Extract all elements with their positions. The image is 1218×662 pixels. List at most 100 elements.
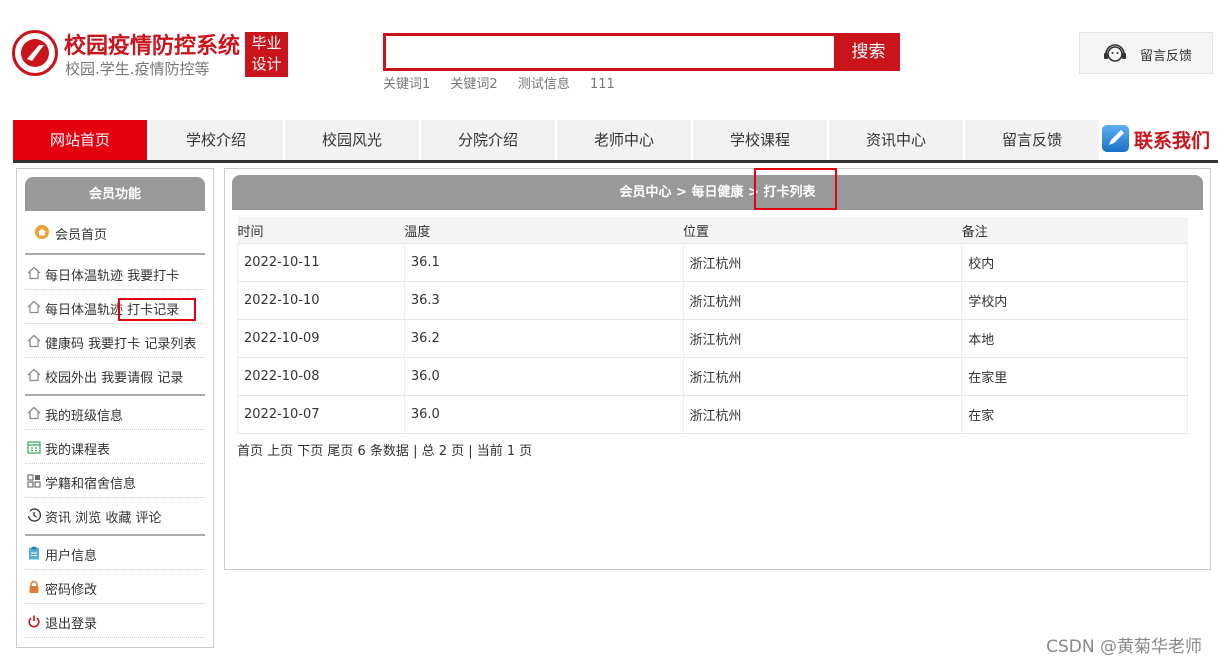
table-row: 2022-10-11 36.1 浙江杭州 校内 (237, 243, 1188, 282)
sidebar-sublink[interactable]: 我要请假 (101, 371, 153, 386)
keyword-link[interactable]: 111 (590, 77, 615, 92)
sidebar-item-label: 退出登录 (45, 617, 98, 632)
column-header: 备注 (961, 217, 1188, 244)
sidebar-item-label: 密码修改 (45, 583, 98, 598)
search-button[interactable]: 搜索 (837, 33, 900, 71)
sidebar-sublink[interactable]: 收藏 (105, 511, 131, 526)
table-row: 2022-10-08 36.0 浙江杭州 在家里 (237, 357, 1188, 396)
sidebar-separator (25, 534, 205, 536)
contact-us-label: 联系我们 (1134, 130, 1211, 152)
table-row: 2022-10-10 36.3 浙江杭州 学校内 (237, 281, 1188, 320)
sidebar-separator (25, 394, 205, 396)
nav-item-college-intro[interactable]: 分院介绍 (421, 120, 555, 160)
site-subtitle: 校园.学生.疫情防控等 (65, 60, 210, 78)
cell-note: 在家 (961, 395, 1188, 434)
sidebar-item-logout[interactable]: 退出登录 (25, 605, 205, 638)
sidebar-item-my-schedule[interactable]: 我的课程表 (25, 431, 205, 464)
sidebar-item-label: 校园外出 (45, 371, 98, 386)
keyword-link[interactable]: 关键词1 (383, 77, 430, 92)
cell-note: 校内 (961, 243, 1188, 282)
house-icon (27, 266, 41, 280)
nav-item-teacher-center[interactable]: 老师中心 (557, 120, 691, 160)
house-icon (27, 368, 41, 382)
site-title: 校园疫情防控系统 (64, 34, 241, 59)
home-circle-icon (35, 225, 49, 239)
sidebar-sublink[interactable]: 评论 (135, 511, 161, 526)
sidebar-sublink[interactable]: 浏览 (75, 511, 101, 526)
feedback-label: 留言反馈 (1140, 49, 1193, 64)
sidebar-sublink[interactable]: 我要打卡 (88, 337, 140, 352)
sidebar-sublink[interactable]: 记录列表 (144, 337, 196, 352)
cell-location: 浙江杭州 (683, 395, 963, 434)
sidebar-sublink[interactable]: 记录 (157, 371, 183, 386)
cell-location: 浙江杭州 (683, 243, 963, 282)
sidebar-item-label: 会员首页 (55, 228, 108, 243)
pencil-icon (1102, 125, 1129, 152)
table-row: 2022-10-07 36.0 浙江杭州 在家 (237, 395, 1188, 434)
keyword-link[interactable]: 关键词2 (450, 77, 497, 92)
history-icon (27, 508, 41, 522)
power-icon (28, 615, 40, 628)
cell-location: 浙江杭州 (683, 319, 963, 358)
column-header: 温度 (404, 217, 684, 244)
pagination[interactable]: 首页 上页 下页 尾页 6 条数据 | 总 2 页 | 当前 1 页 (237, 440, 532, 459)
nav-item-campus-scenery[interactable]: 校园风光 (285, 120, 419, 160)
cell-temperature: 36.0 (404, 357, 684, 396)
cell-temperature: 36.0 (404, 395, 684, 434)
calendar-icon (27, 441, 41, 454)
sidebar-item-campus-leave[interactable]: 校园外出 我要请假 记录 (25, 359, 205, 392)
hot-keywords: 关键词1 关键词2 测试信息 111 (383, 73, 631, 92)
sidebar-item-label: 健康码 (45, 337, 85, 352)
highlight-box (754, 168, 837, 210)
nav-item-courses[interactable]: 学校课程 (693, 120, 827, 160)
breadcrumb: 会员中心 > 每日健康 > 打卡列表 (232, 175, 1203, 210)
column-header: 时间 (237, 217, 405, 244)
grid-icon (27, 474, 41, 488)
sidebar-item-my-class[interactable]: 我的班级信息 (25, 397, 205, 430)
sidebar-item-temp-checkin[interactable]: 每日体温轨迹 我要打卡 (25, 257, 205, 290)
search-input[interactable] (383, 33, 837, 71)
logo-icon (12, 30, 58, 76)
sidebar-item-health-code[interactable]: 健康码 我要打卡 记录列表 (25, 325, 205, 358)
nav-item-feedback[interactable]: 留言反馈 (965, 120, 1099, 160)
nav-divider (13, 160, 1218, 163)
cell-location: 浙江杭州 (683, 281, 963, 320)
house-icon (27, 334, 41, 348)
breadcrumb-daily-health[interactable]: 每日健康 (691, 185, 743, 200)
badge-line-1: 毕业 (251, 34, 282, 52)
nav-item-school-intro[interactable]: 学校介绍 (149, 120, 283, 160)
cell-note: 学校内 (961, 281, 1188, 320)
cell-date: 2022-10-10 (237, 281, 405, 320)
feedback-button[interactable]: 留言反馈 (1079, 32, 1213, 74)
badge-line-2: 设计 (251, 55, 282, 73)
sidebar-item-news-activity[interactable]: 资讯 浏览 收藏 评论 (25, 499, 205, 532)
clipboard-icon (29, 546, 39, 560)
sidebar-item-member-home[interactable]: 会员首页 (25, 216, 205, 249)
sidebar-item-change-password[interactable]: 密码修改 (25, 571, 205, 604)
house-icon (27, 406, 41, 420)
watermark: CSDN @黄菊华老师 (1046, 637, 1202, 657)
keyword-link[interactable]: 测试信息 (518, 77, 570, 92)
sidebar-item-label: 每日体温轨迹 (45, 269, 124, 284)
nav-item-news[interactable]: 资讯中心 (829, 120, 963, 160)
sidebar-item-label: 我的班级信息 (45, 409, 124, 424)
breadcrumb-member-center[interactable]: 会员中心 (620, 185, 672, 200)
cell-location: 浙江杭州 (683, 357, 963, 396)
cell-temperature: 36.1 (404, 243, 684, 282)
cell-temperature: 36.3 (404, 281, 684, 320)
sidebar-title: 会员功能 (25, 177, 205, 211)
sidebar-sublink[interactable]: 我要打卡 (127, 269, 179, 284)
nav-item-home[interactable]: 网站首页 (13, 120, 147, 160)
sidebar-item-enrollment-dorm[interactable]: 学籍和宿舍信息 (25, 465, 205, 498)
headset-icon (1104, 44, 1126, 62)
sidebar-item-user-info[interactable]: 用户信息 (25, 537, 205, 570)
cell-temperature: 36.2 (404, 319, 684, 358)
sidebar-item-label: 资讯 (45, 511, 72, 526)
cell-date: 2022-10-08 (237, 357, 405, 396)
house-icon (27, 300, 41, 314)
cell-date: 2022-10-07 (237, 395, 405, 434)
sidebar-separator (25, 253, 205, 255)
breadcrumb-separator: > (676, 185, 687, 200)
cell-note: 在家里 (961, 357, 1188, 396)
lock-icon (29, 580, 39, 593)
